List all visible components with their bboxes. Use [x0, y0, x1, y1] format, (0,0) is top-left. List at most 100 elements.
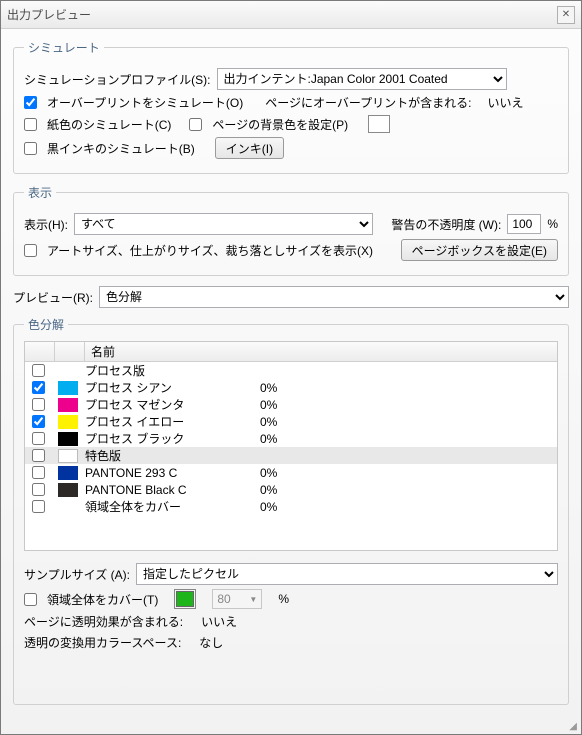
row-name: プロセス マゼンタ — [81, 396, 256, 413]
row-value: 0% — [256, 415, 346, 429]
profile-select[interactable]: 出力インテント:Japan Color 2001 Coated — [217, 68, 507, 90]
artsize-row: アートサイズ、仕上がりサイズ、裁ち落としサイズを表示(X) ページボックスを設定… — [24, 239, 558, 261]
preview-row: プレビュー(R): 色分解 — [13, 286, 569, 308]
cover-color-well[interactable] — [174, 589, 196, 609]
row-name: 特色版 — [81, 447, 256, 464]
blackink-checkbox[interactable] — [24, 142, 37, 155]
warn-label: 警告の不透明度 (W): — [391, 216, 501, 233]
color-swatch-icon — [58, 432, 78, 446]
profile-row: シミュレーションプロファイル(S): 出力インテント:Japan Color 2… — [24, 68, 558, 90]
name-column-header: 名前 — [85, 343, 557, 360]
row-name: プロセス イエロー — [81, 413, 256, 430]
blackink-label: 黒インキのシミュレート(B) — [47, 140, 195, 157]
display-group: 表示 表示(H): すべて 警告の不透明度 (W): % アートサイズ、仕上がり… — [13, 184, 569, 276]
chevron-down-icon: ▼ — [249, 595, 257, 604]
table-row[interactable]: 特色版 — [25, 447, 557, 464]
warn-percent: % — [547, 217, 558, 231]
close-button[interactable]: ✕ — [557, 6, 575, 24]
color-swatch-icon — [58, 398, 78, 412]
row-checkbox[interactable] — [32, 500, 45, 513]
row-checkbox[interactable] — [32, 466, 45, 479]
cover-value: 80 — [217, 592, 230, 606]
show-select[interactable]: すべて — [74, 213, 373, 235]
cover-checkbox[interactable] — [24, 593, 37, 606]
sample-select[interactable]: 指定したピクセル — [136, 563, 558, 585]
cover-value-select[interactable]: 80 ▼ — [212, 589, 262, 609]
cover-label: 領域全体をカバー(T) — [47, 591, 158, 608]
row-checkbox[interactable] — [32, 415, 45, 428]
table-row[interactable]: プロセス マゼンタ0% — [25, 396, 557, 413]
artsize-label: アートサイズ、仕上がりサイズ、裁ち落としサイズを表示(X) — [47, 242, 373, 259]
separations-group: 色分解 名前 プロセス版プロセス シアン0%プロセス マゼンタ0%プロセス イエ… — [13, 316, 569, 705]
row-name: 領域全体をカバー — [81, 498, 256, 515]
overprint-checkbox[interactable] — [24, 96, 37, 109]
paper-label: 紙色のシミュレート(C) — [47, 116, 171, 133]
simulate-legend: シミュレート — [24, 39, 104, 56]
blend-value: なし — [199, 634, 223, 651]
blackink-row: 黒インキのシミュレート(B) インキ(I) — [24, 137, 558, 159]
trans-label: ページに透明効果が含まれる: — [24, 613, 183, 630]
table-row[interactable]: PANTONE Black C0% — [25, 481, 557, 498]
row-checkbox[interactable] — [32, 381, 45, 394]
color-swatch-icon — [58, 415, 78, 429]
display-legend: 表示 — [24, 184, 56, 201]
show-row: 表示(H): すべて 警告の不透明度 (W): % — [24, 213, 558, 235]
row-name: プロセス ブラック — [81, 430, 256, 447]
color-swatch-icon — [58, 449, 78, 463]
bgcolor-checkbox[interactable] — [189, 118, 202, 131]
close-icon: ✕ — [562, 9, 570, 20]
preview-label: プレビュー(R): — [13, 289, 93, 306]
row-name: プロセス版 — [81, 362, 256, 379]
row-value: 0% — [256, 500, 346, 514]
table-row[interactable]: プロセス版 — [25, 362, 557, 379]
paper-row: 紙色のシミュレート(C) ページの背景色を設定(P) — [24, 115, 558, 133]
row-name: PANTONE 293 C — [81, 466, 256, 480]
row-checkbox[interactable] — [32, 364, 45, 377]
overprint-label: オーバープリントをシミュレート(O) — [47, 94, 243, 111]
row-name: プロセス シアン — [81, 379, 256, 396]
bottom-group: サンプルサイズ (A): 指定したピクセル 領域全体をカバー(T) 80 ▼ — [24, 559, 558, 655]
row-checkbox[interactable] — [32, 432, 45, 445]
bgcolor-well[interactable] — [368, 115, 390, 133]
cover-percent: % — [278, 592, 289, 606]
separations-body: プロセス版プロセス シアン0%プロセス マゼンタ0%プロセス イエロー0%プロセ… — [25, 362, 557, 515]
show-label: 表示(H): — [24, 216, 68, 233]
table-row[interactable]: 領域全体をカバー0% — [25, 498, 557, 515]
titlebar: 出力プレビュー ✕ — [1, 1, 581, 29]
color-swatch-icon — [58, 483, 78, 497]
row-checkbox[interactable] — [32, 483, 45, 496]
row-value: 0% — [256, 432, 346, 446]
row-value: 0% — [256, 381, 346, 395]
color-swatch-icon — [58, 466, 78, 480]
bgcolor-label: ページの背景色を設定(P) — [212, 116, 348, 133]
separations-header: 名前 — [25, 342, 557, 362]
resize-grip-icon[interactable]: ◢ — [565, 719, 581, 734]
table-row[interactable]: プロセス シアン0% — [25, 379, 557, 396]
row-value: 0% — [256, 483, 346, 497]
overprint-row: オーバープリントをシミュレート(O) ページにオーバープリントが含まれる: いい… — [24, 94, 558, 111]
output-preview-dialog: 出力プレビュー ✕ シミュレート シミュレーションプロファイル(S): 出力イン… — [0, 0, 582, 735]
dialog-content: シミュレート シミュレーションプロファイル(S): 出力インテント:Japan … — [1, 29, 581, 719]
separations-legend: 色分解 — [24, 316, 68, 333]
dialog-title: 出力プレビュー — [7, 6, 557, 23]
ink-button[interactable]: インキ(I) — [215, 137, 284, 159]
color-swatch-icon — [58, 381, 78, 395]
row-checkbox[interactable] — [32, 398, 45, 411]
row-checkbox[interactable] — [32, 449, 45, 462]
blend-row: 透明の変換用カラースペース: なし — [24, 634, 558, 651]
warn-input[interactable] — [507, 214, 541, 234]
sample-label: サンプルサイズ (A): — [24, 566, 130, 583]
pagebox-button[interactable]: ページボックスを設定(E) — [401, 239, 558, 261]
table-row[interactable]: PANTONE 293 C0% — [25, 464, 557, 481]
artsize-checkbox[interactable] — [24, 244, 37, 257]
separations-table: 名前 プロセス版プロセス シアン0%プロセス マゼンタ0%プロセス イエロー0%… — [24, 341, 558, 551]
preview-select[interactable]: 色分解 — [99, 286, 569, 308]
overprint-info-label: ページにオーバープリントが含まれる: — [265, 94, 471, 111]
table-row[interactable]: プロセス ブラック0% — [25, 430, 557, 447]
cover-row: 領域全体をカバー(T) 80 ▼ % — [24, 589, 558, 609]
row-name: PANTONE Black C — [81, 483, 256, 497]
paper-checkbox[interactable] — [24, 118, 37, 131]
blend-label: 透明の変換用カラースペース: — [24, 634, 181, 651]
table-row[interactable]: プロセス イエロー0% — [25, 413, 557, 430]
overprint-info-value: いいえ — [488, 94, 524, 111]
